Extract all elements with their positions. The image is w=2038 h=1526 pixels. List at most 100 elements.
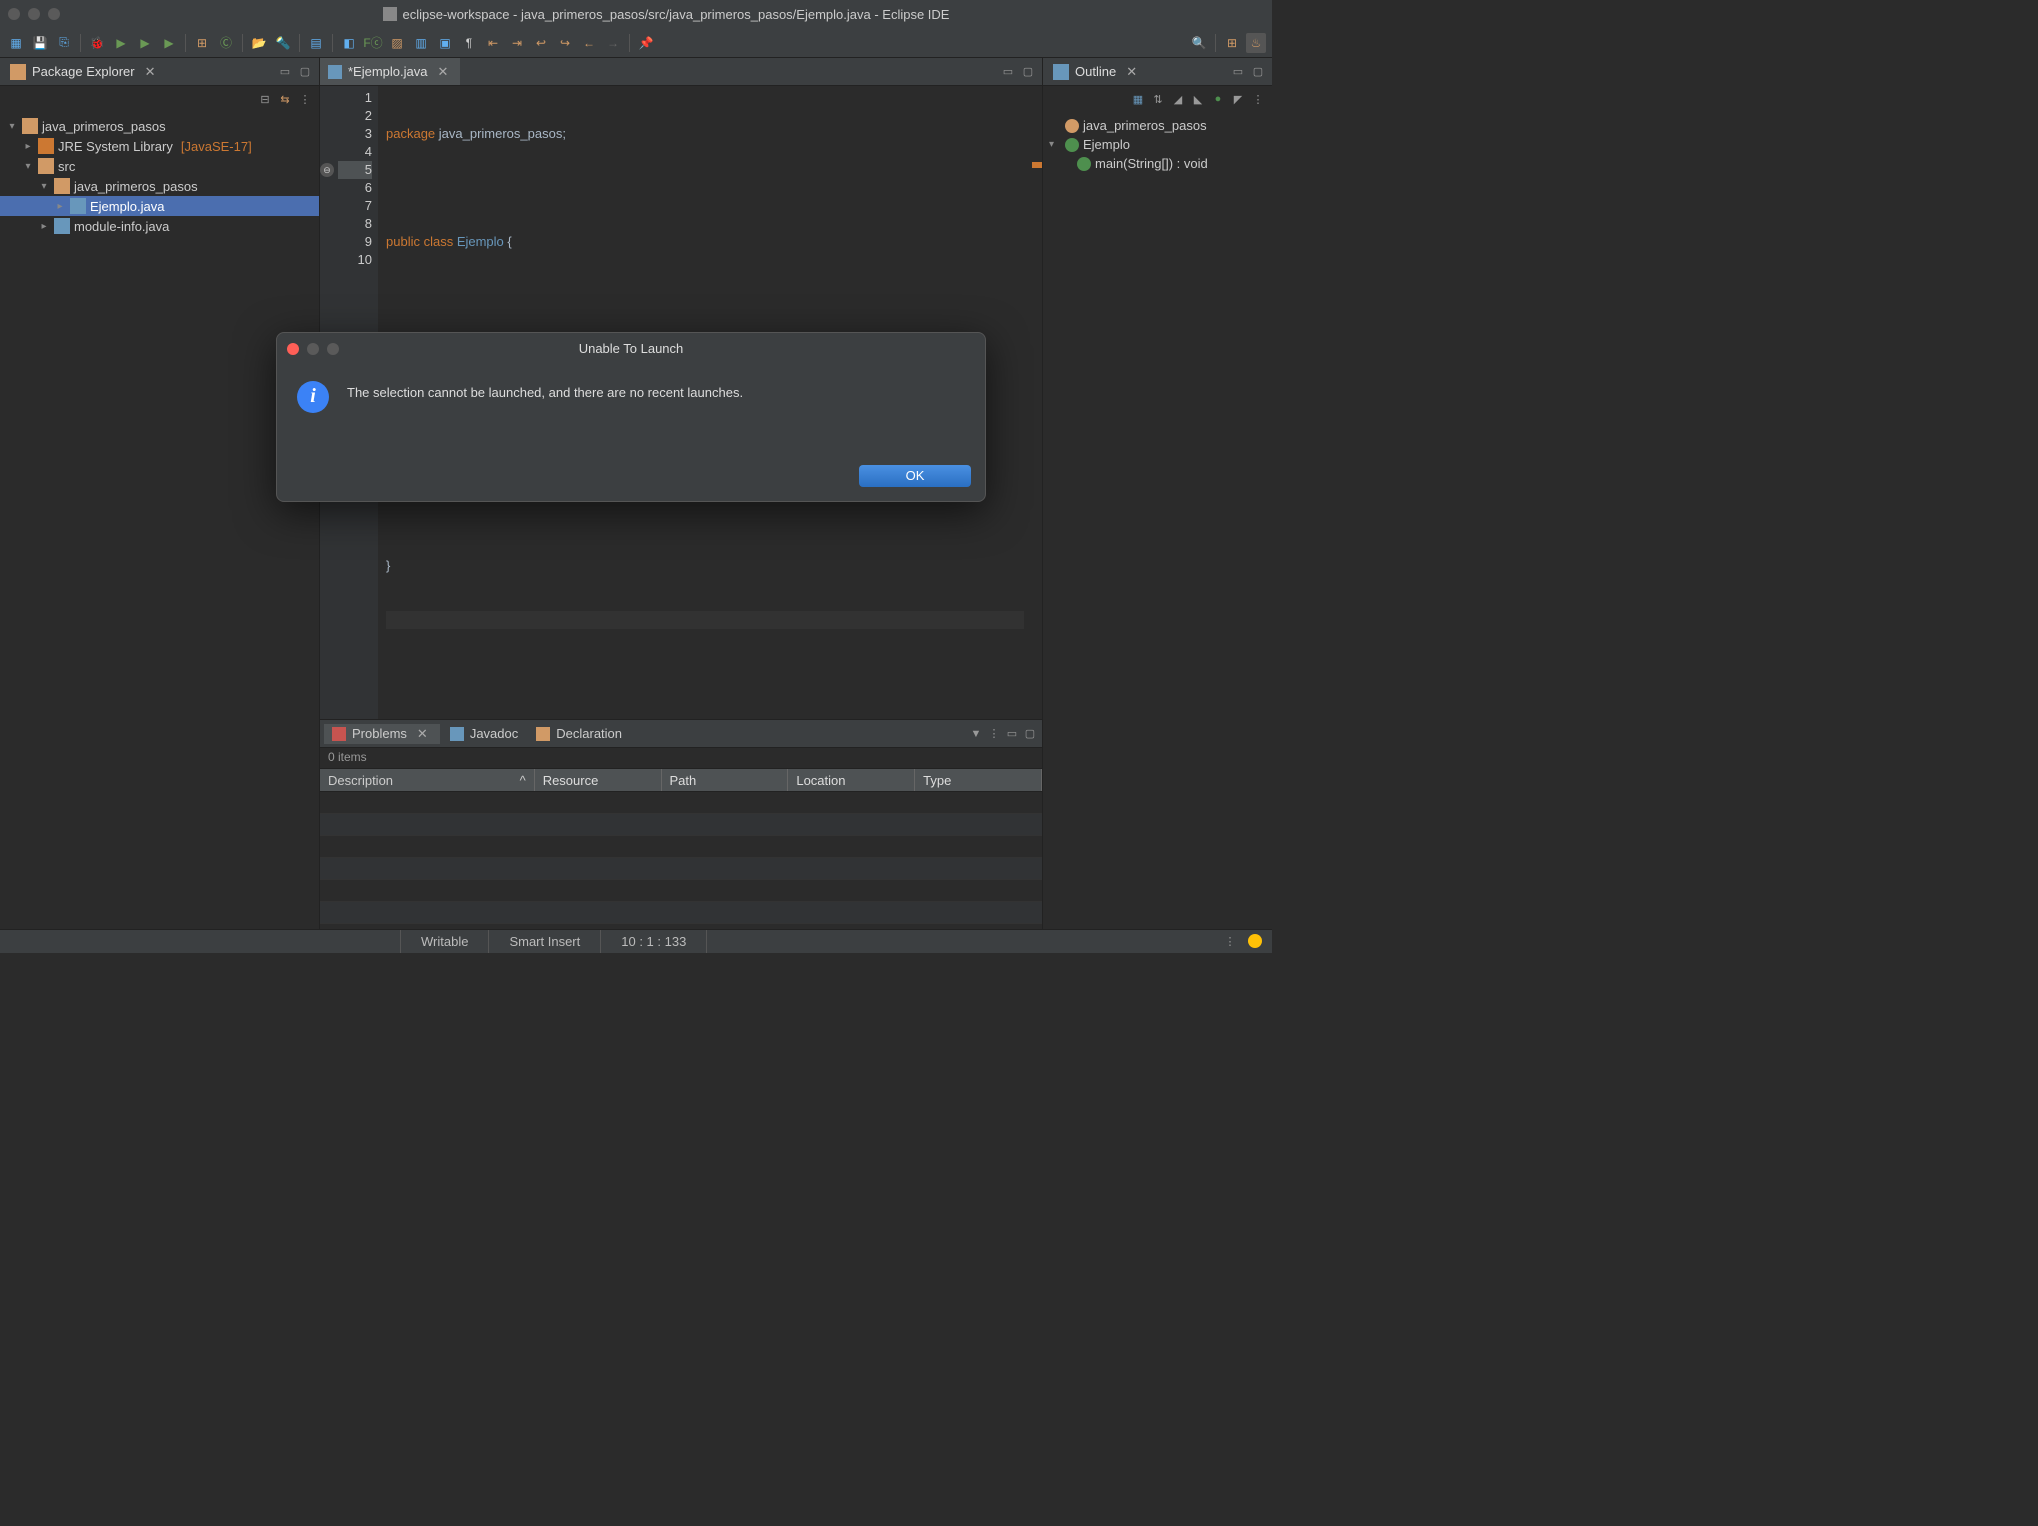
link-editor-icon[interactable]: ⇆: [277, 91, 293, 107]
tab-javadoc[interactable]: Javadoc: [442, 724, 526, 743]
tree-item-src[interactable]: ▾ src: [0, 156, 319, 176]
search-button[interactable]: 🔦: [273, 33, 293, 53]
col-location[interactable]: Location: [788, 769, 915, 791]
tab-declaration[interactable]: Declaration: [528, 724, 630, 743]
chevron-down-icon[interactable]: ▾: [6, 121, 18, 132]
filter-icon[interactable]: ▼: [968, 726, 984, 742]
col-description[interactable]: Description^: [320, 769, 535, 791]
close-icon[interactable]: ✕: [413, 726, 432, 742]
word-wrap-button[interactable]: ▣: [435, 33, 455, 53]
overview-ruler[interactable]: [1032, 86, 1042, 719]
mark-occurrences-button[interactable]: ◧: [339, 33, 359, 53]
minimize-panel-icon[interactable]: ▭: [1230, 64, 1246, 80]
col-resource[interactable]: Resource: [535, 769, 662, 791]
forward-button[interactable]: →: [603, 33, 623, 53]
format-button[interactable]: Fⓒ: [363, 33, 383, 53]
editor-tab-ejemplo[interactable]: *Ejemplo.java ✕: [320, 58, 460, 85]
new-button[interactable]: ▦: [6, 33, 26, 53]
block-select-button[interactable]: ▨: [387, 33, 407, 53]
maximize-panel-icon[interactable]: ▢: [1022, 726, 1038, 742]
pin-editor-button[interactable]: 📌: [636, 33, 656, 53]
toggle-comment-button[interactable]: ▤: [306, 33, 326, 53]
run-button[interactable]: ▶: [111, 33, 131, 53]
outline-item-method[interactable]: main(String[]) : void: [1043, 154, 1272, 173]
coverage-button[interactable]: ▶: [135, 33, 155, 53]
minimize-window-icon[interactable]: [28, 8, 40, 20]
tree-item-module-info[interactable]: ▸ module-info.java: [0, 216, 319, 236]
open-perspective-button[interactable]: ⊞: [1222, 33, 1242, 53]
view-menu-icon[interactable]: ⋮: [1250, 91, 1266, 107]
open-type-button[interactable]: 📂: [249, 33, 269, 53]
table-row[interactable]: [320, 836, 1042, 858]
document-icon: [383, 7, 397, 21]
warning-indicator[interactable]: [1032, 162, 1042, 168]
show-whitespace-button[interactable]: ▥: [411, 33, 431, 53]
col-type[interactable]: Type: [915, 769, 1042, 791]
view-menu-icon[interactable]: ⋮: [986, 726, 1002, 742]
maximize-panel-icon[interactable]: ▢: [1020, 64, 1036, 80]
package-explorer-tab[interactable]: Package Explorer ✕: [6, 62, 164, 82]
window-controls[interactable]: [8, 8, 60, 20]
tree-item-ejemplo[interactable]: ▸ Ejemplo.java: [0, 196, 319, 216]
outline-item-class[interactable]: ▾ Ejemplo: [1043, 135, 1272, 154]
close-icon[interactable]: ✕: [434, 64, 453, 80]
save-all-button[interactable]: ⎘: [54, 33, 74, 53]
close-icon[interactable]: ✕: [1122, 64, 1141, 80]
hide-local-icon[interactable]: ◤: [1230, 91, 1246, 107]
status-writable[interactable]: Writable: [400, 930, 488, 953]
minimize-panel-icon[interactable]: ▭: [1004, 726, 1020, 742]
minimize-panel-icon[interactable]: ▭: [277, 64, 293, 80]
collapse-all-icon[interactable]: ⊟: [257, 91, 273, 107]
table-row[interactable]: [320, 880, 1042, 902]
shift-right-button[interactable]: ⇥: [507, 33, 527, 53]
new-class-button[interactable]: Ⓒ: [216, 33, 236, 53]
java-perspective-button[interactable]: ♨: [1246, 33, 1266, 53]
status-insert-mode[interactable]: Smart Insert: [488, 930, 600, 953]
maximize-panel-icon[interactable]: ▢: [297, 64, 313, 80]
zoom-window-icon[interactable]: [48, 8, 60, 20]
maximize-panel-icon[interactable]: ▢: [1250, 64, 1266, 80]
tree-item-package[interactable]: ▾ java_primeros_pasos: [0, 176, 319, 196]
chevron-right-icon[interactable]: ▸: [54, 201, 66, 212]
chevron-down-icon[interactable]: ▾: [38, 181, 50, 192]
next-annotation-button[interactable]: ↩: [531, 33, 551, 53]
table-row[interactable]: [320, 814, 1042, 836]
outline-tab[interactable]: Outline ✕: [1049, 62, 1145, 82]
ok-button[interactable]: OK: [859, 465, 971, 487]
chevron-down-icon[interactable]: ▾: [1049, 139, 1061, 150]
hide-static-icon[interactable]: ◣: [1190, 91, 1206, 107]
tip-bulb-icon[interactable]: [1248, 934, 1262, 948]
table-row[interactable]: [320, 792, 1042, 814]
chevron-right-icon[interactable]: ▸: [22, 141, 34, 152]
tree-item-jre[interactable]: ▸ JRE System Library [JavaSE-17]: [0, 136, 319, 156]
table-row[interactable]: [320, 858, 1042, 880]
view-menu-icon[interactable]: ⋮: [297, 91, 313, 107]
focus-icon[interactable]: ▦: [1130, 91, 1146, 107]
table-row[interactable]: [320, 902, 1042, 924]
back-button[interactable]: ←: [579, 33, 599, 53]
chevron-down-icon[interactable]: ▾: [22, 161, 34, 172]
close-icon[interactable]: ✕: [141, 64, 160, 80]
search-icon[interactable]: 🔍: [1189, 33, 1209, 53]
col-path[interactable]: Path: [662, 769, 789, 791]
hide-fields-icon[interactable]: ◢: [1170, 91, 1186, 107]
warning-marker-icon[interactable]: ⊖: [320, 163, 334, 177]
sort-icon[interactable]: ⇅: [1150, 91, 1166, 107]
save-button[interactable]: 💾: [30, 33, 50, 53]
tree-item-project[interactable]: ▾ java_primeros_pasos: [0, 116, 319, 136]
pilcrow-button[interactable]: ¶: [459, 33, 479, 53]
chevron-right-icon[interactable]: ▸: [38, 221, 50, 232]
debug-button[interactable]: 🐞: [87, 33, 107, 53]
outline-toolbar: ▦ ⇅ ◢ ◣ ● ◤ ⋮: [1043, 86, 1272, 112]
tab-problems[interactable]: Problems ✕: [324, 724, 440, 744]
prev-annotation-button[interactable]: ↪: [555, 33, 575, 53]
hide-nonpublic-icon[interactable]: ●: [1210, 91, 1226, 107]
view-menu-icon[interactable]: ⋮: [1222, 934, 1238, 950]
status-cursor-pos[interactable]: 10 : 1 : 133: [600, 930, 706, 953]
minimize-panel-icon[interactable]: ▭: [1000, 64, 1016, 80]
run-last-button[interactable]: ▶: [159, 33, 179, 53]
shift-left-button[interactable]: ⇤: [483, 33, 503, 53]
outline-item-package[interactable]: java_primeros_pasos: [1043, 116, 1272, 135]
close-window-icon[interactable]: [8, 8, 20, 20]
new-package-button[interactable]: ⊞: [192, 33, 212, 53]
